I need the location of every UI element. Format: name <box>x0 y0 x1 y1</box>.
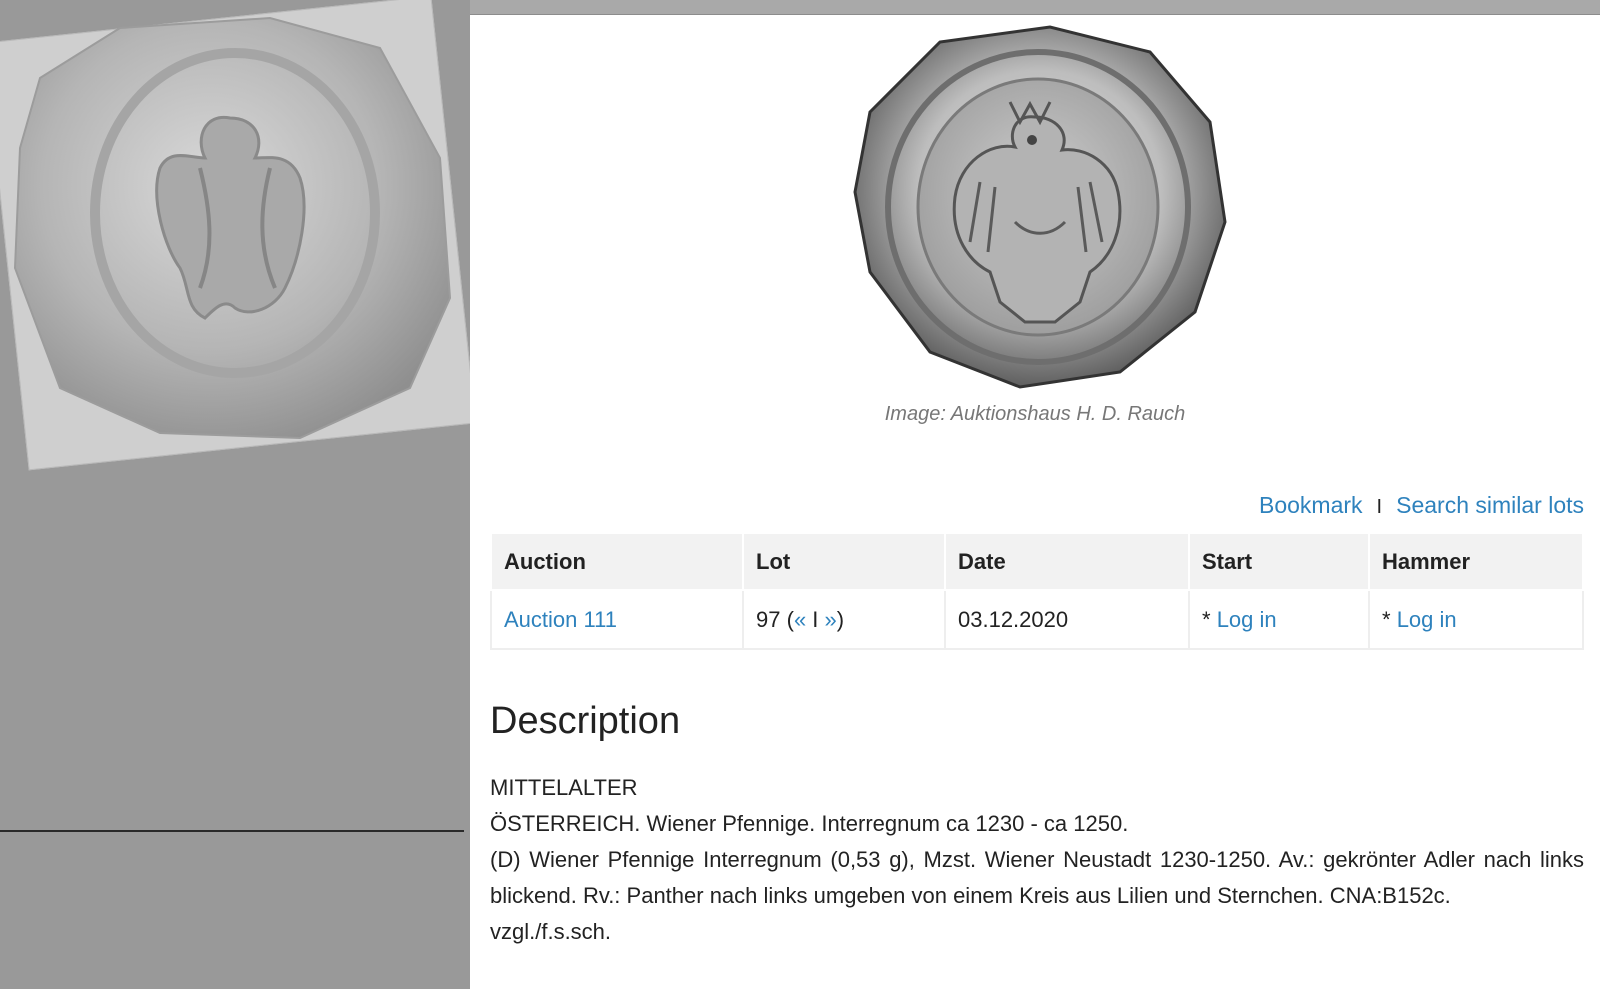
start-login-link[interactable]: Log in <box>1217 607 1277 632</box>
hammer-login-link[interactable]: Log in <box>1397 607 1457 632</box>
cell-auction: Auction 111 <box>490 589 744 650</box>
description-body: MITTELALTER ÖSTERREICH. Wiener Pfennige.… <box>490 770 1584 950</box>
previous-lot-link[interactable]: « <box>794 607 806 632</box>
lot-paren-open: ( <box>786 607 794 632</box>
start-prefix: * <box>1202 607 1217 632</box>
coin-image[interactable] <box>850 22 1230 392</box>
lot-table-header-row: Auction Lot Date Start Hammer <box>490 532 1584 591</box>
lot-paren-close: ) <box>836 607 845 632</box>
lot-number: 97 <box>756 607 781 632</box>
description-line: (D) Wiener Pfennige Interregnum (0,53 g)… <box>490 847 1584 908</box>
left-divider-line <box>0 830 464 832</box>
actions-separator: I <box>1376 496 1383 518</box>
left-coin-photo <box>0 0 477 471</box>
left-panel <box>0 0 477 989</box>
table-row: Auction 111 97 (« I ») 03.12.2020 * Log … <box>490 589 1584 650</box>
description-line: vzgl./f.s.sch. <box>490 919 612 944</box>
cell-start: * Log in <box>1188 589 1370 650</box>
description-title: Description <box>490 700 681 742</box>
description-line: MITTELALTER <box>490 775 638 800</box>
header-start: Start <box>1188 532 1370 591</box>
page-top-bar <box>470 0 1600 15</box>
header-hammer: Hammer <box>1368 532 1584 591</box>
lot-actions: Bookmark I Search similar lots <box>1259 492 1584 519</box>
description-line: ÖSTERREICH. Wiener Pfennige. Interregnum… <box>490 811 1129 836</box>
cell-hammer: * Log in <box>1368 589 1584 650</box>
next-lot-link[interactable]: » <box>825 607 837 632</box>
lot-page: Image: Auktionshaus H. D. Rauch Bookmark… <box>470 0 1600 989</box>
cell-date: 03.12.2020 <box>944 589 1190 650</box>
hammer-prefix: * <box>1382 607 1397 632</box>
auction-link[interactable]: Auction 111 <box>504 607 617 632</box>
lot-nav-separator: I <box>806 607 825 632</box>
header-lot: Lot <box>742 532 946 591</box>
header-auction: Auction <box>490 532 744 591</box>
lot-table: Auction Lot Date Start Hammer Auction 11… <box>490 532 1584 650</box>
header-date: Date <box>944 532 1190 591</box>
cell-lot: 97 (« I ») <box>742 589 946 650</box>
search-similar-link[interactable]: Search similar lots <box>1396 492 1584 518</box>
coin-eagle-image <box>853 25 1227 389</box>
image-caption: Image: Auktionshaus H. D. Rauch <box>884 403 1186 425</box>
bookmark-link[interactable]: Bookmark <box>1259 492 1363 518</box>
pfennig-eagle-photo <box>13 16 452 440</box>
